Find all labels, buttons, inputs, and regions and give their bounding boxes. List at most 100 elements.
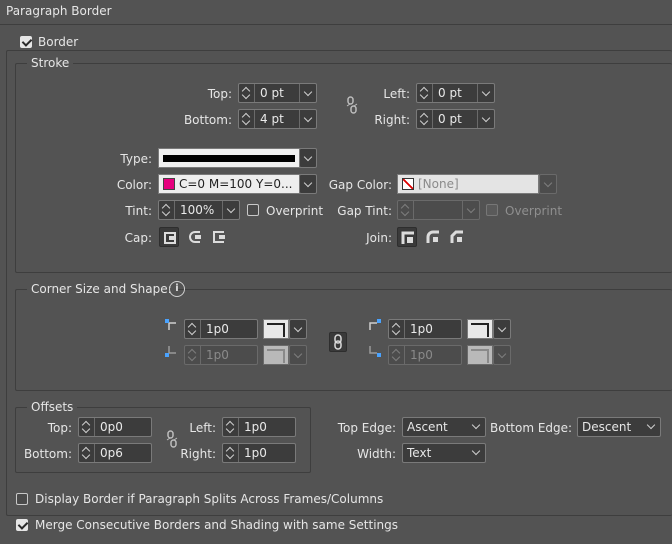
corner-bottom-right-field[interactable]: 1p0	[388, 345, 462, 365]
stroke-top-label: Top:	[207, 87, 232, 101]
stepper-arrows-icon[interactable]	[185, 320, 201, 338]
link-corners-chain-icon[interactable]	[329, 332, 347, 352]
stroke-top-value[interactable]: 0 pt	[255, 86, 299, 100]
offset-right-field[interactable]: 1p0	[222, 443, 296, 463]
stepper-arrows-icon[interactable]	[389, 346, 405, 364]
corner-shape-dropdown-bottom-left[interactable]	[289, 345, 307, 365]
corner-bottom-left-field[interactable]: 1p0	[184, 345, 258, 365]
gap-color-dropdown-button[interactable]	[539, 174, 557, 194]
gap-tint-label: Gap Tint:	[337, 204, 392, 218]
stroke-right-value[interactable]: 0 pt	[433, 112, 477, 126]
stroke-right-field[interactable]: 0 pt	[416, 109, 495, 129]
join-label: Join:	[366, 231, 392, 245]
stepper-arrows-icon[interactable]	[398, 201, 414, 219]
round-cap-icon[interactable]	[185, 227, 205, 247]
stepper-arrows-icon[interactable]	[417, 110, 433, 128]
stroke-right-label: Right:	[374, 113, 410, 127]
stepper-arrows-icon[interactable]	[417, 84, 433, 102]
offset-top-field[interactable]: 0p0	[78, 417, 152, 437]
corner-bottom-right-value[interactable]: 1p0	[405, 348, 461, 362]
border-label: Border	[38, 35, 79, 49]
chevron-down-icon[interactable]	[222, 201, 239, 219]
top-edge-select[interactable]: Ascent	[402, 417, 486, 437]
width-select[interactable]: Text	[402, 443, 486, 463]
offset-left-field[interactable]: 1p0	[222, 417, 296, 437]
title-divider	[0, 24, 672, 25]
stroke-color-dropdown-button[interactable]	[299, 174, 317, 194]
corner-top-right-value[interactable]: 1p0	[405, 322, 461, 336]
stepper-arrows-icon[interactable]	[185, 346, 201, 364]
none-swatch-icon	[402, 178, 414, 190]
chevron-down-icon[interactable]	[462, 201, 479, 219]
stroke-left-value[interactable]: 0 pt	[433, 86, 477, 100]
stroke-type-dropdown-button[interactable]	[299, 148, 317, 168]
panel-title: Paragraph Border	[6, 4, 112, 18]
stepper-arrows-icon[interactable]	[239, 110, 255, 128]
offset-right-value[interactable]: 1p0	[239, 446, 295, 460]
overprint-checkbox[interactable]	[247, 204, 259, 216]
miter-join-icon[interactable]	[397, 227, 417, 247]
corner-bottom-left-value[interactable]: 1p0	[201, 348, 257, 362]
offset-top-label: Top:	[47, 421, 72, 435]
stroke-bottom-value[interactable]: 4 pt	[255, 112, 299, 126]
bevel-join-icon[interactable]	[447, 227, 467, 247]
gap-tint-field[interactable]	[397, 200, 480, 220]
projecting-cap-icon[interactable]	[209, 227, 229, 247]
chevron-down-icon[interactable]	[299, 84, 316, 102]
corner-top-right-field[interactable]: 1p0	[388, 319, 462, 339]
offset-left-value[interactable]: 1p0	[239, 420, 295, 434]
color-swatch-icon	[163, 178, 175, 190]
merge-borders-label: Merge Consecutive Borders and Shading wi…	[35, 518, 399, 532]
info-icon[interactable]: i	[169, 281, 185, 297]
stroke-tint-label: Tint:	[125, 204, 152, 218]
corner-top-left-field[interactable]: 1p0	[184, 319, 258, 339]
corner-shape-dropdown-top-right[interactable]	[493, 319, 511, 339]
stroke-top-field[interactable]: 0 pt	[238, 83, 317, 103]
offset-left-label: Left:	[189, 421, 216, 435]
offset-top-value[interactable]: 0p0	[95, 420, 151, 434]
gap-color-select[interactable]: [None]	[397, 174, 539, 194]
split-border-label: Display Border if Paragraph Splits Acros…	[35, 492, 384, 506]
corner-shape-swatch-top-left[interactable]	[263, 319, 289, 339]
corner-shape-swatch-bottom-left[interactable]	[263, 345, 289, 365]
offset-bottom-field[interactable]: 0p6	[78, 443, 152, 463]
corner-shape-swatch-top-right[interactable]	[467, 319, 493, 339]
stepper-arrows-icon[interactable]	[79, 418, 95, 436]
unlink-stroke-chain-icon[interactable]	[344, 96, 360, 114]
stroke-bottom-field[interactable]: 4 pt	[238, 109, 317, 129]
overprint-label: Overprint	[266, 204, 324, 218]
top-right-corner-icon	[369, 319, 381, 330]
bottom-right-corner-icon	[369, 346, 381, 357]
stroke-tint-value[interactable]: 100%	[175, 203, 222, 217]
corner-shape-dropdown-bottom-right[interactable]	[493, 345, 511, 365]
offset-bottom-value[interactable]: 0p6	[95, 446, 151, 460]
merge-borders-checkbox[interactable]	[16, 519, 28, 531]
chevron-down-icon[interactable]	[477, 84, 494, 102]
bottom-edge-select[interactable]: Descent	[577, 417, 661, 437]
border-checkbox[interactable]	[20, 36, 32, 48]
stroke-color-select[interactable]: C=0 M=100 Y=0...	[158, 174, 300, 194]
offset-right-label: Right:	[180, 447, 216, 461]
solid-line-swatch	[163, 155, 295, 162]
stepper-arrows-icon[interactable]	[159, 201, 175, 219]
stroke-tint-field[interactable]: 100%	[158, 200, 240, 220]
stepper-arrows-icon[interactable]	[223, 444, 239, 462]
stroke-left-field[interactable]: 0 pt	[416, 83, 495, 103]
gap-overprint-label: Overprint	[505, 204, 563, 218]
corner-top-left-value[interactable]: 1p0	[201, 322, 257, 336]
stroke-type-select[interactable]	[158, 148, 300, 168]
split-border-checkbox[interactable]	[16, 493, 28, 505]
chevron-down-icon[interactable]	[477, 110, 494, 128]
stepper-arrows-icon[interactable]	[239, 84, 255, 102]
chevron-down-icon[interactable]	[299, 110, 316, 128]
corner-shape-swatch-bottom-right[interactable]	[467, 345, 493, 365]
round-join-icon[interactable]	[423, 227, 443, 247]
stepper-arrows-icon[interactable]	[79, 444, 95, 462]
top-left-corner-icon	[165, 319, 176, 330]
stepper-arrows-icon[interactable]	[223, 418, 239, 436]
butt-cap-icon[interactable]	[159, 227, 179, 247]
stepper-arrows-icon[interactable]	[389, 320, 405, 338]
bottom-edge-label: Bottom Edge:	[490, 421, 573, 435]
gap-overprint-checkbox[interactable]	[486, 204, 498, 216]
corner-shape-dropdown-top-left[interactable]	[289, 319, 307, 339]
